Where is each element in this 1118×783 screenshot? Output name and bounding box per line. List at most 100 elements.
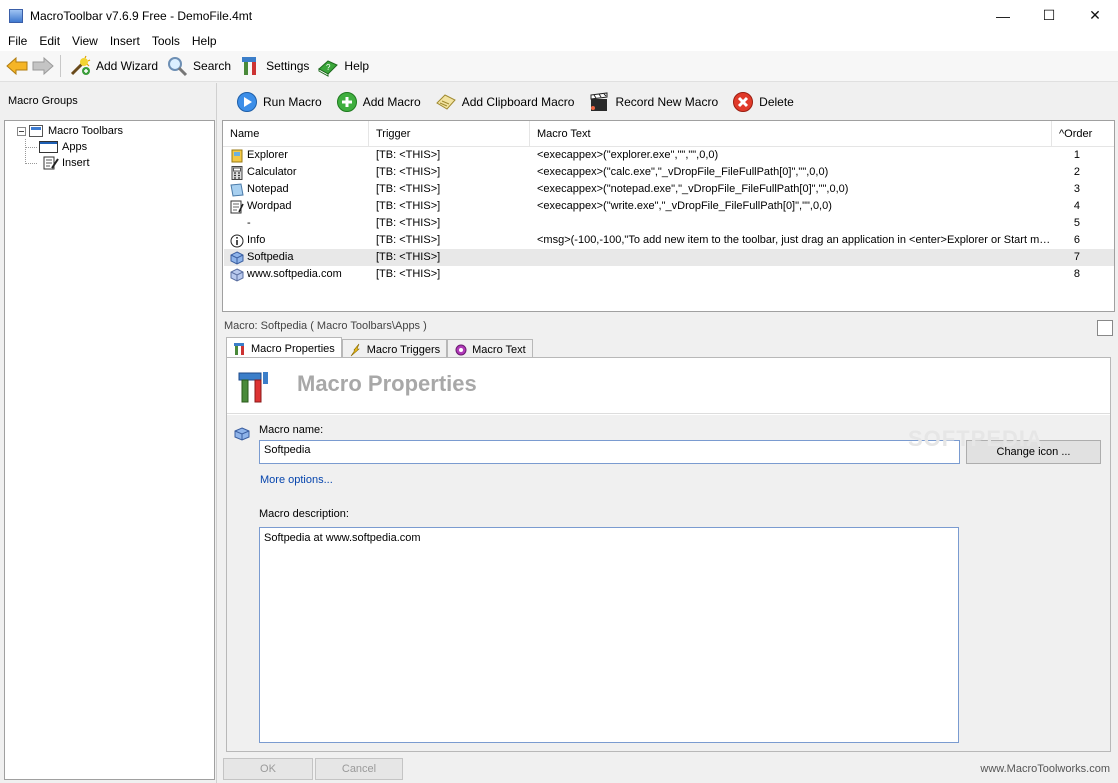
menu-tools[interactable]: Tools [146,34,186,48]
tab-macro-properties[interactable]: Macro Properties [226,337,342,359]
explorer-icon [230,149,244,163]
macro-properties-form: Macro name: Softpedia Change icon ... Mo… [227,415,1110,751]
run-macro-label: Run Macro [263,95,322,109]
more-options-link[interactable]: More options... [260,474,333,486]
search-button[interactable]: Search [162,53,235,79]
back-button[interactable] [4,55,30,77]
record-new-macro-button[interactable]: Record New Macro [584,89,722,115]
macro-properties-body: Macro Properties Macro name: Softpedia C… [226,357,1111,752]
tools-icon [238,372,268,403]
cancel-button[interactable]: Cancel [315,758,403,780]
add-macro-label: Add Macro [362,95,421,109]
detail-tabs: Macro Properties Macro Triggers Macro Te… [226,337,533,359]
add-macro-button[interactable]: Add Macro [332,89,425,115]
toolbar-folder-icon [29,125,43,137]
table-row[interactable]: www.softpedia.com [TB: <THIS>] 8 [224,266,1114,283]
arrow-left-icon [6,56,28,76]
settings-label: Settings [266,59,310,73]
gear-icon [455,344,467,355]
menu-help[interactable]: Help [186,34,223,48]
tab-macro-triggers[interactable]: Macro Triggers [341,339,448,359]
app-icon [9,8,23,23]
table-row[interactable]: Explorer [TB: <THIS>] <execappex>("explo… [224,147,1114,164]
notepad-icon [230,182,244,197]
add-clipboard-macro-button[interactable]: Add Clipboard Macro [431,89,579,115]
softpedia-watermark: SOFTPEDIA [908,426,1043,451]
delete-icon [733,92,754,112]
add-wizard-button[interactable]: Add Wizard [65,53,162,79]
ok-button[interactable]: OK [223,758,313,780]
help-book-icon: ? [318,60,339,77]
group-tree[interactable]: Macro Toolbars Apps Insert [4,120,215,780]
window-icon [39,141,58,153]
wand-icon [70,55,91,76]
close-button[interactable]: ✕ [1072,0,1118,31]
search-icon [168,57,188,77]
calculator-icon [230,165,244,180]
website-link[interactable]: www.MacroToolworks.com [980,763,1110,775]
table-row[interactable]: Info [TB: <THIS>] <msg>(-100,-100,"To ad… [224,232,1114,249]
info-icon [230,234,244,248]
wordpad-icon [230,200,244,214]
macro-groups-header: Macro Groups [8,95,78,107]
menu-bar: File Edit View Insert Tools Help [0,31,1118,51]
delete-button[interactable]: Delete [728,89,798,115]
help-label: Help [344,59,370,73]
menu-insert[interactable]: Insert [104,34,146,48]
tree-item-insert[interactable]: Insert [43,155,90,171]
svg-text:?: ? [326,63,331,72]
maximize-button[interactable]: ☐ [1026,0,1072,31]
column-header-order[interactable]: ^Order [1052,121,1114,147]
status-bar: OK Cancel www.MacroToolworks.com [222,756,1118,783]
cube-icon [230,267,244,282]
settings-button[interactable]: Settings [235,53,313,79]
delete-label: Delete [759,95,794,109]
table-row[interactable]: Wordpad [TB: <THIS>] <execappex>("write.… [224,198,1114,215]
run-macro-button[interactable]: Run Macro [232,89,326,115]
table-row[interactable]: Softpedia [TB: <THIS>] 7 [224,249,1114,266]
restore-panel-icon[interactable] [1097,320,1113,336]
table-row[interactable]: Calculator [TB: <THIS>] <execappex>("cal… [224,164,1114,181]
column-header-macro-text[interactable]: Macro Text [530,121,1052,147]
add-wizard-label: Add Wizard [96,59,159,73]
add-clipboard-macro-label: Add Clipboard Macro [461,95,575,109]
add-icon [336,92,357,112]
macro-name-label: Macro name: [259,424,324,436]
macro-toolbar: Run Macro Add Macro Add Clipboard Macro … [222,84,1114,120]
play-icon [237,92,257,112]
cube-icon [230,250,244,265]
macro-detail-panel: Macro: Softpedia ( Macro Toolbars\Apps )… [222,318,1115,754]
macro-detail-title: Macro: Softpedia ( Macro Toolbars\Apps ) [224,320,427,332]
table-row[interactable]: - [TB: <THIS>] 5 [224,215,1114,232]
macro-properties-heading: Macro Properties [297,371,477,396]
macro-properties-header: Macro Properties [227,358,1110,414]
menu-file[interactable]: File [2,34,33,48]
toolbar-separator [60,55,61,77]
search-label: Search [193,59,232,73]
lightning-icon [350,343,360,356]
column-header-trigger[interactable]: Trigger [369,121,530,147]
macro-description-textarea[interactable]: Softpedia at www.softpedia.com [259,527,959,743]
macro-name-input[interactable]: Softpedia [259,440,960,464]
macro-groups-panel: Macro Groups Macro Toolbars Apps Insert [0,83,217,783]
table-row[interactable]: Notepad [TB: <THIS>] <execappex>("notepa… [224,181,1114,198]
minimize-button[interactable]: — [980,0,1026,31]
macro-description-label: Macro description: [259,508,349,520]
tree-label: Macro Toolbars [48,125,123,137]
tree-item-macro-toolbars[interactable]: Macro Toolbars [29,123,123,139]
tree-label: Insert [62,157,90,169]
macro-list[interactable]: Name Trigger Macro Text ^Order Explorer … [222,120,1115,312]
tab-macro-text[interactable]: Macro Text [447,339,533,359]
main-toolbar: Add Wizard Search Settings ? Help [0,51,1118,82]
tools-icon [242,57,257,75]
menu-edit[interactable]: Edit [33,34,66,48]
help-button[interactable]: ? Help [313,53,373,79]
cube-icon [234,427,250,441]
forward-button[interactable] [30,55,56,77]
document-pencil-icon [43,156,59,170]
menu-view[interactable]: View [66,34,104,48]
clapperboard-icon [590,92,608,111]
tree-item-apps[interactable]: Apps [39,139,88,155]
tree-label: Apps [62,141,88,153]
column-header-name[interactable]: Name [223,121,369,147]
